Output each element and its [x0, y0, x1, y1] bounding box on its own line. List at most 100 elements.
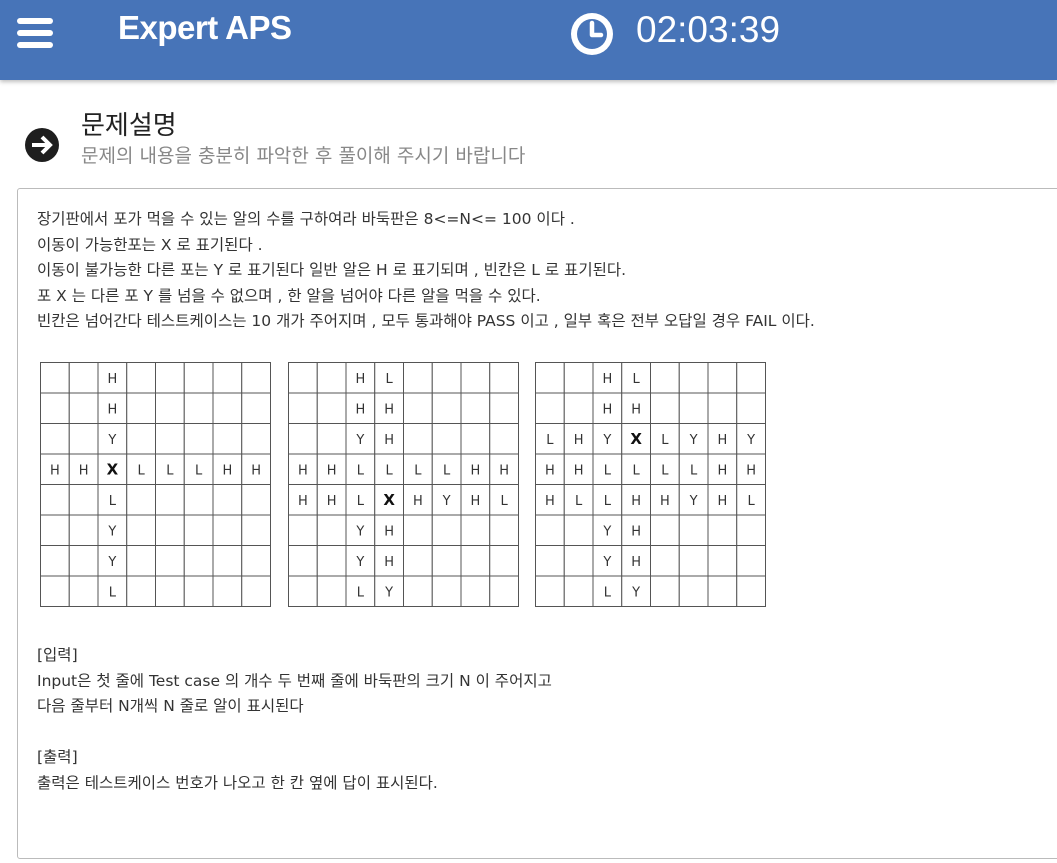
problem-panel: 장기판에서 포가 먹을 수 있는 알의 수를 구하여라 바둑판은 8<=N<= … [17, 188, 1057, 859]
cell-label: H [631, 402, 641, 417]
cell-label: L [443, 463, 451, 478]
cell-label: H [717, 494, 727, 509]
cell-label: L [109, 494, 117, 509]
cell-label: H [107, 402, 117, 417]
output-line: 출력은 테스트케이스 번호가 나오고 한 칸 옆에 답이 표시된다. [37, 773, 438, 792]
board-cell [403, 423, 433, 455]
board-cell [126, 392, 156, 424]
board-cell [678, 575, 709, 607]
io-spec: [입력] Input은 첫 줄에 Test case 의 개수 두 번째 줄에 … [37, 643, 552, 796]
cell-label: X [383, 491, 395, 509]
board-cell [707, 514, 738, 546]
board-cell [460, 575, 491, 607]
board-cell [460, 514, 491, 546]
cell-label: H [746, 463, 756, 478]
board-cell [241, 575, 271, 607]
board-cell [212, 423, 243, 455]
brand-logo: Expert APS [118, 9, 292, 46]
board-cell [40, 484, 70, 516]
cell-label: L [546, 433, 554, 448]
cell-label: L [690, 463, 698, 478]
cell-label: H [545, 463, 555, 478]
board-cell [288, 575, 318, 607]
board-cell [40, 575, 70, 607]
cell-label: H [355, 372, 365, 387]
cell-label: H [717, 463, 727, 478]
cell-label: H [327, 463, 337, 478]
cell-label: L [357, 494, 365, 509]
board-cell [650, 392, 680, 424]
cell-label: Y [355, 555, 364, 570]
board-cell [736, 545, 766, 577]
board-grid: H LH HL H Y X L Y H YH H L L L L H HH L L H H Y H LY HY HL Y [535, 362, 766, 607]
board-cell [40, 545, 70, 577]
page-subtitle: 문제의 내용을 충분히 파악한 후 풀이해 주시기 바랍니다 [81, 145, 526, 167]
hamburger-menu-icon[interactable] [17, 18, 53, 48]
board-cell [40, 423, 70, 455]
board-cell [183, 484, 214, 516]
cell-label: H [631, 524, 641, 539]
board-cell [241, 545, 271, 577]
board-cell [489, 575, 519, 607]
input-line: 다음 줄부터 N개씩 N 줄로 알이 표시된다 [37, 697, 304, 715]
board-cell [563, 392, 594, 424]
board-cell [736, 575, 766, 607]
cell-label: L [357, 463, 365, 478]
cell-label: L [501, 494, 509, 509]
cell-label: L [748, 494, 756, 509]
example-board-1: HHYHHXLLLHHLYYL [40, 362, 272, 608]
board-cell [489, 545, 519, 577]
board-cell [460, 362, 491, 394]
board-cell [40, 514, 70, 546]
cell-label: H [574, 463, 584, 478]
description-line: 이동이 가능한포는 X 로 표기된다 . [37, 235, 263, 254]
input-line: Input은 첫 줄에 Test case 의 개수 두 번째 줄에 바둑판의 … [37, 671, 552, 690]
clock-icon [571, 13, 613, 55]
board-cell [650, 514, 680, 546]
cell-label: H [384, 555, 394, 570]
cell-label: H [384, 524, 394, 539]
cell-label: Y [602, 524, 611, 539]
board-cell [155, 423, 185, 455]
board-cell [678, 545, 709, 577]
cell-label: Y [602, 433, 611, 448]
board-cell [489, 392, 519, 424]
board-cell [489, 362, 519, 394]
board-cell [535, 545, 565, 577]
board-cell [431, 392, 462, 424]
board-cell [460, 392, 491, 424]
cell-label: Y [384, 585, 393, 600]
board-cell [678, 392, 709, 424]
board-cell [707, 575, 738, 607]
board-cell [126, 545, 156, 577]
cell-label: L [661, 463, 669, 478]
board-cell [431, 575, 462, 607]
input-heading: [입력] [37, 646, 78, 664]
board-cell [431, 423, 462, 455]
board-cell [403, 392, 433, 424]
cell-label: H [602, 402, 612, 417]
cell-label: L [633, 463, 641, 478]
output-heading: [출력] [37, 748, 78, 766]
problem-description: 장기판에서 포가 먹을 수 있는 알의 수를 구하여라 바둑판은 8<=N<= … [37, 207, 815, 335]
cell-label: H [631, 555, 641, 570]
board-cell [241, 514, 271, 546]
board-cell [650, 545, 680, 577]
cell-label: X [630, 430, 642, 448]
cell-label: X [107, 460, 119, 478]
board-cell [68, 362, 99, 394]
board-cell [183, 423, 214, 455]
board-cell [68, 545, 99, 577]
cell-label: Y [355, 433, 364, 448]
board-cell [183, 575, 214, 607]
board-cell [678, 362, 709, 394]
cell-label: L [357, 585, 365, 600]
board-cell [650, 362, 680, 394]
cell-label: H [470, 494, 480, 509]
example-board-2: HLHHYHHHLLLLHHHHLXHYHLYHYHLY [288, 362, 520, 608]
cell-label: L [386, 372, 394, 387]
board-cell [155, 514, 185, 546]
board-cell [241, 484, 271, 516]
cell-label: H [327, 494, 337, 509]
board-cell [316, 575, 347, 607]
